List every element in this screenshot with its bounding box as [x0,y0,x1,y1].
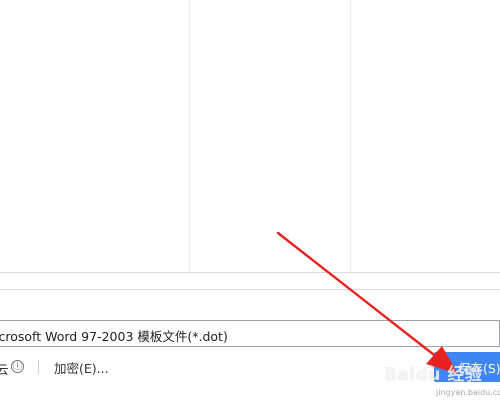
baidu-watermark: Baidu 经验 [384,365,483,385]
file-name-row[interactable] [0,286,500,314]
baidu-watermark-url: jingyan.baidu.com [436,388,500,397]
file-name-border [0,289,500,290]
column-divider[interactable] [189,0,190,272]
file-list-area[interactable] [0,0,500,272]
file-type-select[interactable]: icrosoft Word 97-2003 模板文件(*.dot) [0,320,500,347]
info-icon[interactable]: ⓘ [11,360,24,373]
encrypt-button[interactable]: 加密(E)... [54,358,109,377]
column-divider[interactable] [350,0,351,272]
toolbar-separator [38,360,39,374]
file-type-value: icrosoft Word 97-2003 模板文件(*.dot) [0,329,228,344]
file-list-bottom-border [0,272,500,273]
cloud-label: 云 [0,362,9,377]
